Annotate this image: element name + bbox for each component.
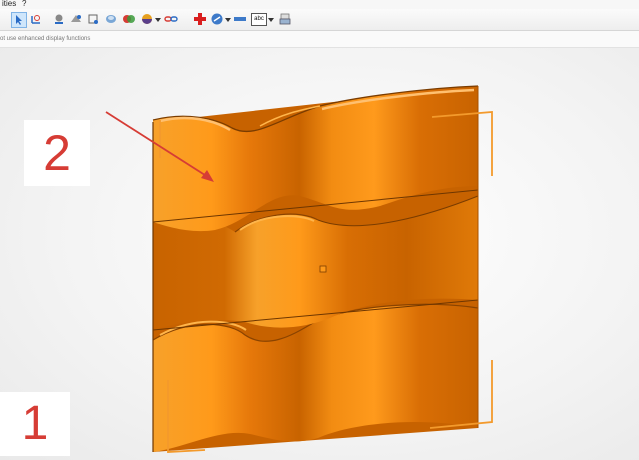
callout-label-2: 2 bbox=[24, 120, 90, 186]
3d-model-view[interactable] bbox=[0, 48, 639, 460]
render-sphere-icon[interactable] bbox=[52, 12, 66, 26]
toolbar: abc bbox=[0, 9, 639, 31]
add-cross-icon[interactable] bbox=[193, 12, 207, 26]
texture-ball-icon[interactable] bbox=[140, 12, 154, 26]
display-status-line: ot use enhanced display functions bbox=[0, 31, 639, 48]
menu-item-utilities[interactable]: ities bbox=[2, 0, 16, 8]
material-icon[interactable] bbox=[104, 12, 118, 26]
wireframe-view-icon[interactable] bbox=[86, 12, 100, 26]
menu-bar: ities ? bbox=[0, 0, 639, 9]
shaded-view-icon[interactable] bbox=[69, 12, 83, 26]
chevron-down-icon[interactable] bbox=[155, 18, 161, 22]
line-tool-icon[interactable] bbox=[233, 12, 247, 26]
chevron-down-icon[interactable] bbox=[225, 18, 231, 22]
rotate-view-icon[interactable] bbox=[29, 12, 43, 26]
callout-label-1: 1 bbox=[0, 392, 70, 456]
status-text: ot use enhanced display functions bbox=[0, 36, 91, 42]
measure-icon[interactable] bbox=[210, 12, 224, 26]
print-icon[interactable] bbox=[278, 12, 292, 26]
chevron-down-icon[interactable] bbox=[268, 18, 274, 22]
3d-viewport[interactable]: 2 1 bbox=[0, 48, 639, 460]
color-icon[interactable] bbox=[122, 12, 136, 26]
menu-item-help[interactable]: ? bbox=[22, 0, 26, 8]
select-arrow-icon[interactable] bbox=[11, 12, 27, 28]
link-icon[interactable] bbox=[164, 12, 178, 26]
model-center-handle[interactable] bbox=[319, 265, 327, 273]
text-abc-icon[interactable]: abc bbox=[251, 13, 267, 26]
